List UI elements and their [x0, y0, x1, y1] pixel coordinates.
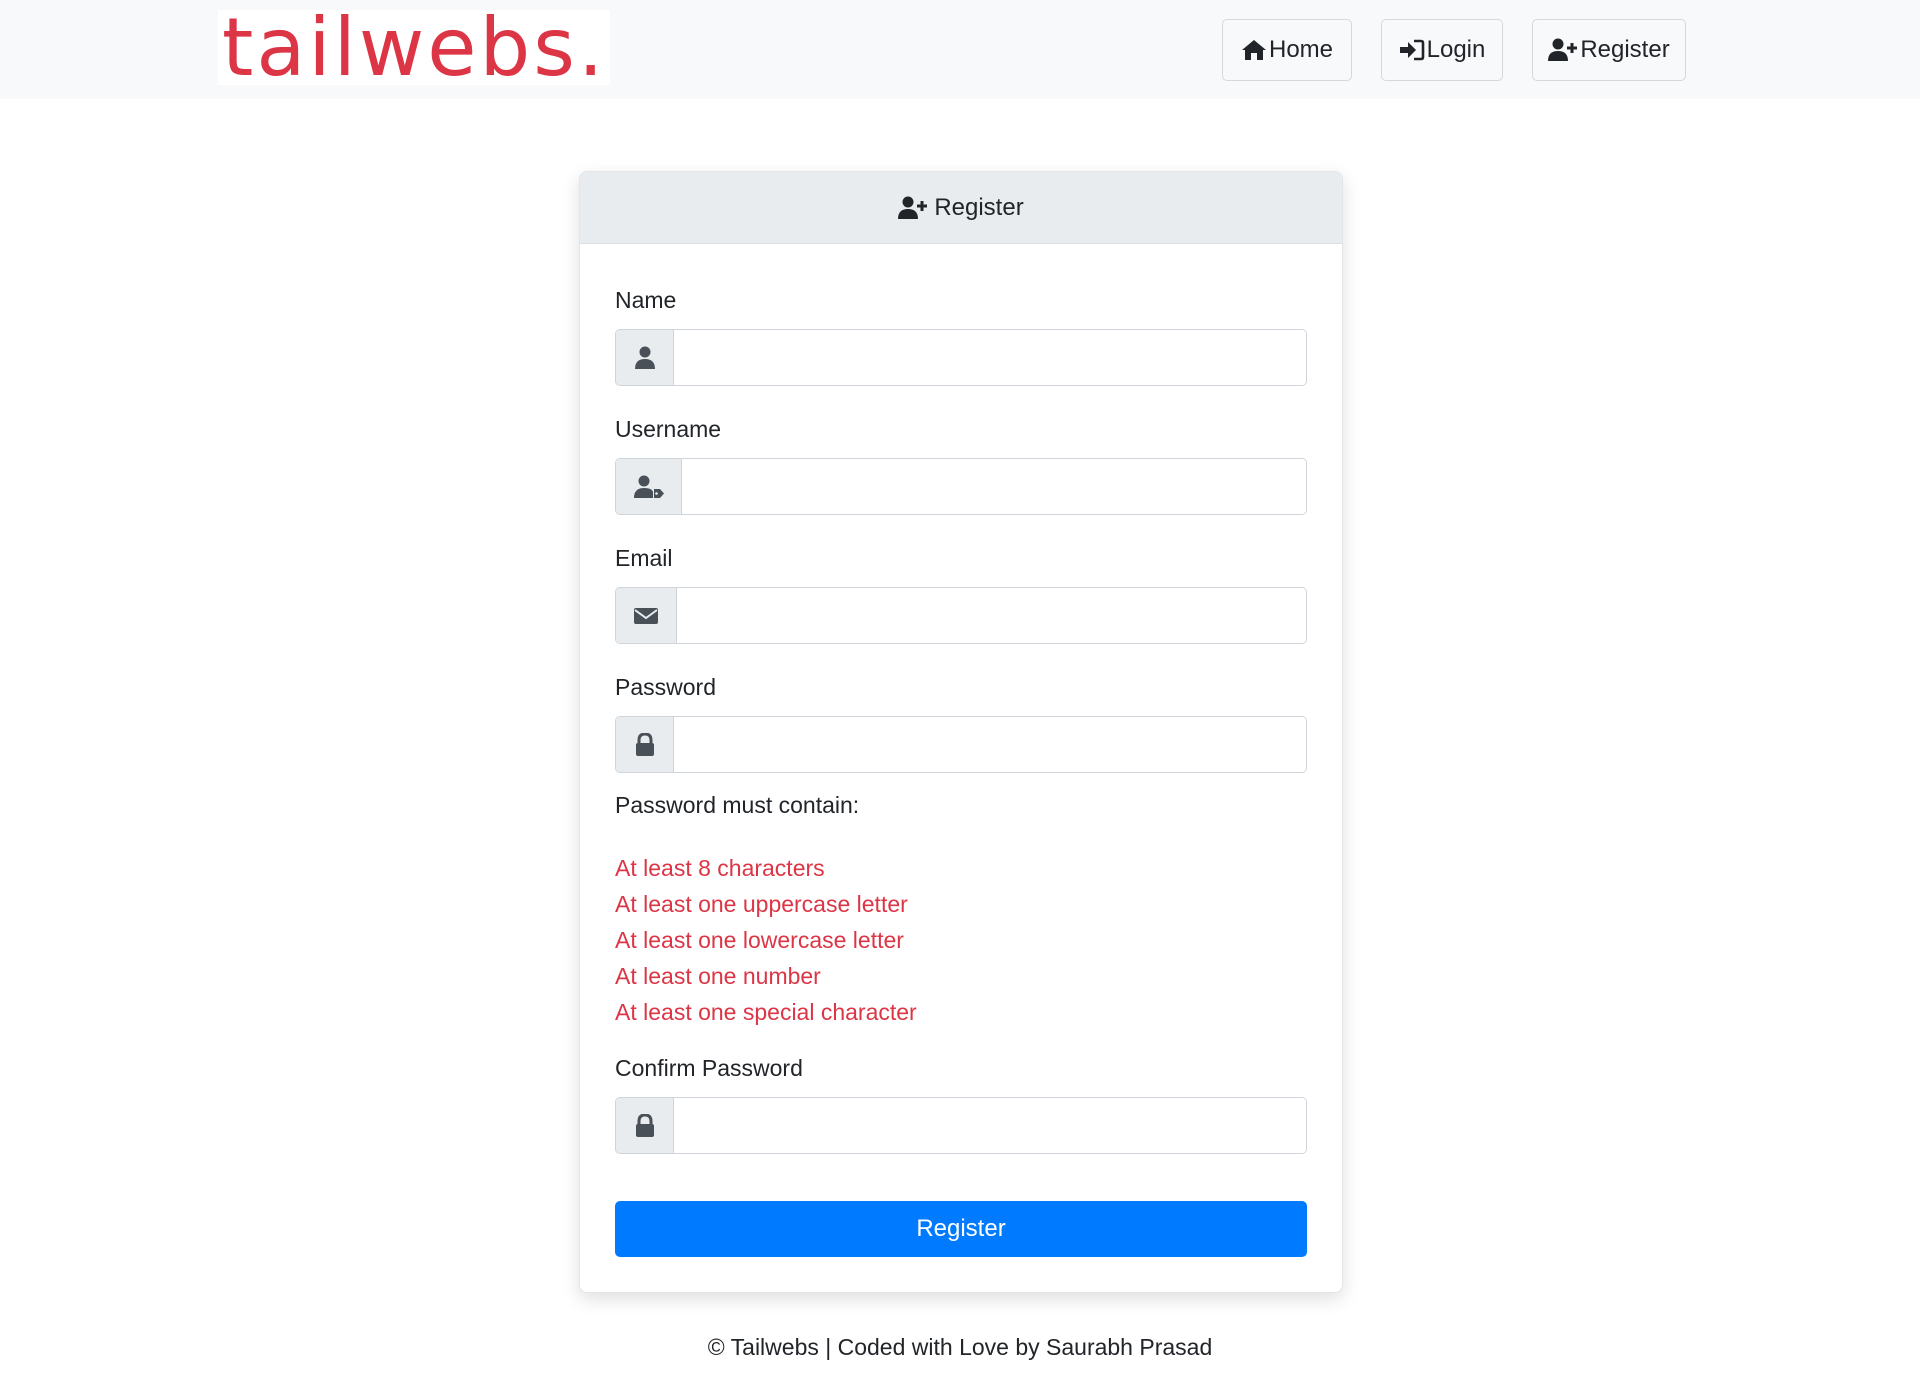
- username-addon: [616, 459, 682, 514]
- password-addon: [616, 717, 674, 772]
- password-rules-list: At least 8 characters At least one upper…: [615, 850, 917, 1030]
- email-addon: [616, 588, 677, 643]
- password-input-group: [615, 716, 1307, 773]
- username-input[interactable]: [682, 459, 1306, 514]
- register-card: Register Name Username Email Password Pa…: [579, 171, 1343, 1293]
- nav-login-button[interactable]: Login: [1381, 19, 1503, 81]
- confirm-password-input-group: [615, 1097, 1307, 1154]
- password-rule: At least one number: [615, 963, 821, 989]
- username-input-group: [615, 458, 1307, 515]
- confirm-password-input[interactable]: [674, 1098, 1306, 1153]
- nav-login-label: Login: [1426, 36, 1486, 63]
- name-addon: [616, 330, 674, 385]
- register-submit-button[interactable]: Register: [615, 1201, 1307, 1257]
- user-plus-icon: [1548, 38, 1578, 61]
- name-input-group: [615, 329, 1307, 386]
- username-label: Username: [615, 416, 722, 442]
- password-rule: At least one lowercase letter: [615, 927, 904, 953]
- brand-logo[interactable]: tailwebs.: [218, 8, 611, 88]
- password-rules-title: Password must contain:: [615, 792, 860, 818]
- card-title: Register: [934, 193, 1024, 221]
- password-rule: At least one uppercase letter: [615, 891, 908, 917]
- nav-register-button[interactable]: Register: [1532, 19, 1686, 81]
- lock-icon: [635, 1113, 654, 1137]
- footer-text: © Tailwebs | Coded with Love by Saurabh …: [707, 1334, 1213, 1360]
- navbar: tailwebs. Home Login Register: [0, 0, 1920, 99]
- password-rule: At least 8 characters: [615, 855, 825, 881]
- confirm-password-label: Confirm Password: [615, 1055, 803, 1081]
- nav-home-button[interactable]: Home: [1222, 19, 1352, 81]
- home-icon: [1241, 40, 1266, 60]
- lock-icon: [635, 732, 654, 756]
- nav-register-label: Register: [1580, 36, 1670, 63]
- password-input[interactable]: [674, 717, 1306, 772]
- name-label: Name: [615, 287, 677, 313]
- email-input-group: [615, 587, 1307, 644]
- card-header: Register: [580, 172, 1342, 244]
- email-input[interactable]: [677, 588, 1306, 643]
- user-plus-icon: [898, 196, 928, 219]
- password-rule: At least one special character: [615, 999, 917, 1025]
- nav-home-label: Home: [1268, 36, 1334, 63]
- envelope-icon: [634, 607, 658, 624]
- user-icon: [634, 346, 655, 369]
- user-tag-icon: [633, 475, 664, 498]
- name-input[interactable]: [674, 330, 1306, 385]
- password-label: Password: [615, 674, 716, 700]
- confirm-password-addon: [616, 1098, 674, 1153]
- email-label: Email: [615, 545, 673, 571]
- sign-in-icon: [1399, 39, 1424, 61]
